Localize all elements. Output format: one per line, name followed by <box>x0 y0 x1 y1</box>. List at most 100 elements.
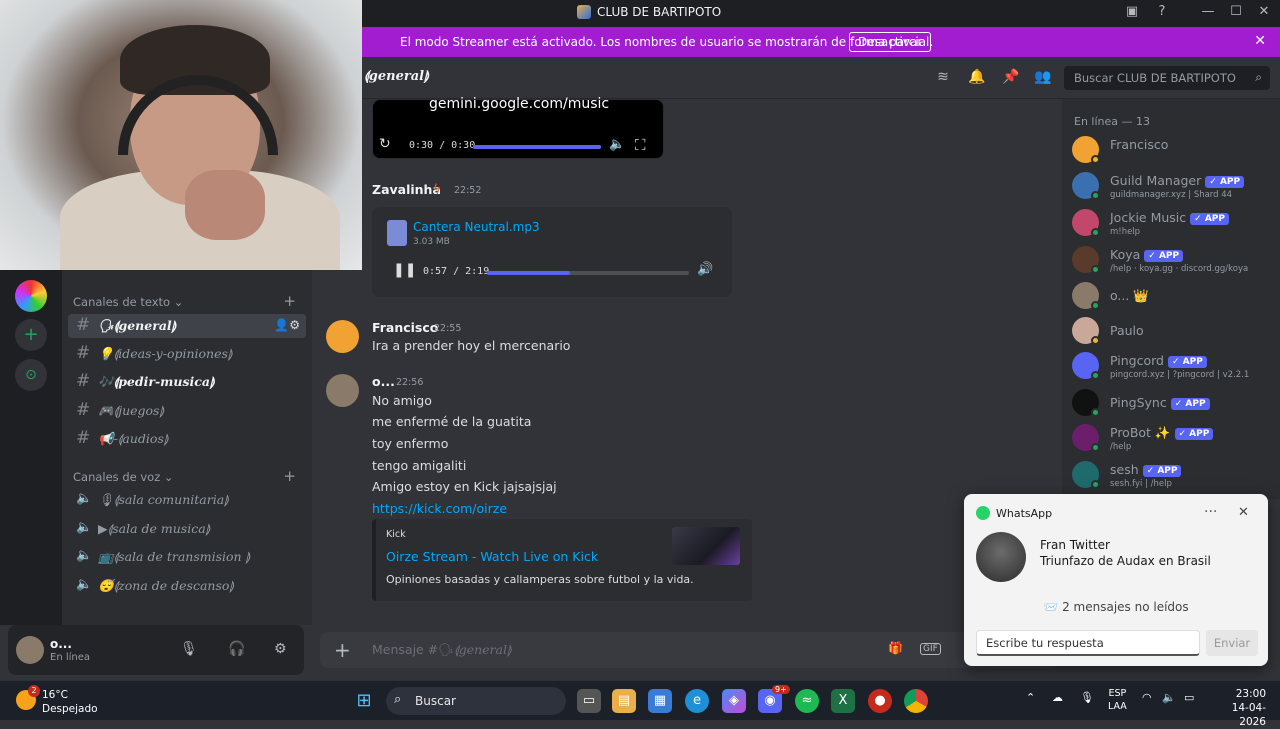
windows-start-icon[interactable]: ⊞ <box>352 689 376 713</box>
add-channel-icon[interactable]: + <box>283 467 296 485</box>
add-attachment-icon[interactable]: + <box>334 638 351 662</box>
more-options-icon[interactable]: ··· <box>1204 504 1217 520</box>
voice-channel[interactable]: 🔈 ▶⟬sala de musica⟭ <box>68 517 306 541</box>
whatsapp-notification[interactable]: WhatsApp ··· ✕ Fran Twitter Triunfazo de… <box>964 494 1268 666</box>
settings-icon[interactable]: ⚙ <box>274 641 287 657</box>
channel-juegos[interactable]: # 🎮⟬juegos⟭ <box>68 399 306 423</box>
edge-icon[interactable]: e <box>685 689 709 713</box>
hash-icon: # <box>76 371 91 391</box>
volume-icon[interactable]: 🔊 <box>697 262 713 277</box>
member-item[interactable]: ProBot ✨ ✓ APP/help <box>1072 421 1272 455</box>
gif-icon[interactable]: GIF <box>920 643 941 655</box>
members-icon[interactable]: 👥 <box>1034 69 1052 87</box>
bell-icon[interactable]: 🔔 <box>968 69 986 87</box>
member-item[interactable]: o... 👑 <box>1072 279 1272 313</box>
channel-audios[interactable]: # 📢-⟬audios⟭ <box>68 427 306 451</box>
battery-icon[interactable]: ▭ <box>1184 691 1194 704</box>
voice-channel[interactable]: 🔈 🎙⟬sala comunitaria⟭ <box>68 488 306 512</box>
language-indicator[interactable]: ESP LAA <box>1108 687 1127 713</box>
wifi-icon[interactable]: ◠ <box>1142 691 1152 704</box>
chrome-icon[interactable] <box>904 689 928 713</box>
channel-general[interactable]: # 🗣⟬general⟭ 👤⚙ <box>68 314 306 338</box>
member-item[interactable]: sesh ✓ APP sesh.fyi | /help <box>1072 458 1272 492</box>
reply-input[interactable]: Escribe tu respuesta <box>976 630 1200 656</box>
speaker-icon: 🔈 <box>76 520 93 535</box>
avatar[interactable] <box>16 636 44 664</box>
player-time: 0:30 / 0:30 <box>409 140 476 151</box>
headphones-icon[interactable]: 🎧 <box>228 641 245 657</box>
hash-icon: # <box>76 315 91 335</box>
search-input[interactable]: Buscar CLUB DE BARTIPOTO ⌕ <box>1064 66 1270 90</box>
server-icon[interactable] <box>15 280 47 312</box>
task-view-icon[interactable]: ▭ <box>577 689 601 713</box>
add-channel-icon[interactable]: + <box>283 292 296 310</box>
streamer-mode-banner: El modo Streamer está activado. Los nomb… <box>362 27 1280 57</box>
category-voice-channels[interactable]: Canales de voz ⌄ <box>73 470 174 484</box>
microphone-icon[interactable]: 🎙 <box>180 641 198 657</box>
voice-channel[interactable]: 🔈 😴⟬zona de descanso⟭ <box>68 574 306 598</box>
server-icon <box>577 5 591 19</box>
volume-icon[interactable]: 🔈 <box>1162 691 1176 704</box>
volume-icon[interactable]: 🔈 <box>609 137 625 152</box>
embed-title[interactable]: Oirze Stream - Watch Live on Kick <box>386 549 598 564</box>
close-icon[interactable]: ✕ <box>1238 505 1249 520</box>
help-icon[interactable]: ? <box>1152 4 1172 19</box>
chevron-up-icon[interactable]: ⌃ <box>1026 691 1035 704</box>
fullscreen-icon[interactable]: ⛶ <box>635 136 646 154</box>
attachment-name[interactable]: Cantera Neutral.mp3 <box>413 220 540 234</box>
member-item[interactable]: Francisco <box>1072 133 1272 167</box>
member-item[interactable]: Guild Manager ✓ APP guildmanager.xyz | Sha… <box>1072 169 1272 203</box>
copilot-icon[interactable]: ◈ <box>722 689 746 713</box>
spotify-icon[interactable]: ≈ <box>795 689 819 713</box>
invite-settings-icons[interactable]: 👤⚙ <box>274 318 300 332</box>
taskbar-search[interactable]: ⌕ Buscar <box>386 687 566 715</box>
minimize-button[interactable]: — <box>1198 4 1218 19</box>
close-banner-icon[interactable]: ✕ <box>1254 33 1266 49</box>
channel-ideas[interactable]: # 💡⟬ideas-y-opiniones⟭ <box>68 342 306 366</box>
member-item[interactable]: PingSync ✓ APP <box>1072 386 1272 420</box>
threads-icon[interactable]: ≋ <box>934 69 952 87</box>
channel-sidebar: Canales de texto ⌄ + # 🗣⟬general⟭ 👤⚙ # 💡⟬id… <box>62 270 312 625</box>
explore-icon[interactable]: ⊙ <box>15 359 47 391</box>
member-item[interactable]: Paulo <box>1072 314 1272 348</box>
message-input[interactable]: Mensaje #🗣⟬general⟭ <box>372 642 512 658</box>
member-item[interactable]: Jockie Music ✓ APP m!help <box>1072 206 1272 240</box>
store-icon[interactable]: ▦ <box>648 689 672 713</box>
audio-file-icon <box>387 220 407 246</box>
cloud-icon[interactable]: ☁ <box>1052 691 1063 704</box>
microphone-icon[interactable]: 🎙 <box>1080 691 1094 704</box>
member-item[interactable]: Koya ✓ APP/help · koya.gg · discord.gg/ko… <box>1072 243 1272 277</box>
player-progress[interactable] <box>473 145 601 149</box>
avatar[interactable] <box>326 320 359 353</box>
discord-badge: 9+ <box>772 685 790 694</box>
gift-icon[interactable]: 🎁 <box>888 641 903 655</box>
speaker-icon: 🔈 <box>76 548 93 563</box>
message-author[interactable]: Francisco <box>372 320 438 335</box>
channel-pedir-musica[interactable]: # 🎶⟬pedir-musica⟭ <box>68 370 306 394</box>
pin-icon[interactable]: 📌 <box>1002 69 1020 87</box>
message-link[interactable]: https://kick.com/oirze <box>372 501 507 516</box>
disable-streamer-button[interactable]: Desactivar <box>849 32 932 52</box>
embed-thumbnail[interactable] <box>672 527 740 565</box>
app-icon[interactable]: ● <box>868 689 892 713</box>
pause-icon[interactable]: ❚❚ <box>393 262 416 278</box>
member-item[interactable]: Pingcord ✓ APP pingcord.xyz | ?pingcord | … <box>1072 349 1272 383</box>
send-button[interactable]: Enviar <box>1206 630 1258 656</box>
inbox-icon[interactable]: ▣ <box>1122 4 1142 19</box>
message-author[interactable]: o... <box>372 374 395 389</box>
app-badge: ✓ APP <box>1142 465 1182 477</box>
add-server-icon[interactable]: + <box>15 319 47 351</box>
user-name[interactable]: o... <box>50 637 72 651</box>
maximize-button[interactable]: ☐ <box>1226 4 1246 19</box>
file-explorer-icon[interactable]: ▤ <box>612 689 636 713</box>
avatar[interactable] <box>326 374 359 407</box>
message-composer[interactable]: + Mensaje #🗣⟬general⟭ 🎁 GIF <box>320 632 1060 668</box>
audio-progress[interactable] <box>487 271 689 275</box>
close-window-button[interactable]: ✕ <box>1254 4 1274 19</box>
category-text-channels[interactable]: Canales de texto ⌄ <box>73 295 183 309</box>
excel-icon[interactable]: X <box>831 689 855 713</box>
voice-channel[interactable]: 🔈 📺⟬sala de transmision ⟭ <box>68 545 306 569</box>
clock[interactable]: 23:00 14-04-2026 <box>1206 687 1266 729</box>
replay-icon[interactable]: ↻ <box>379 136 391 152</box>
message-author[interactable]: Zavalinha <box>372 182 441 197</box>
